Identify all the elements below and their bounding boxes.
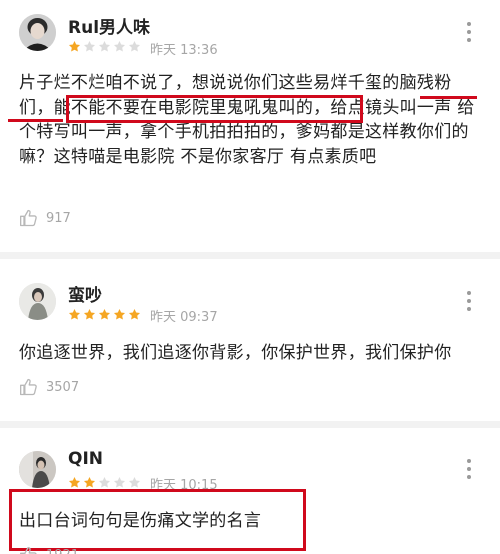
star-icon [83,308,96,320]
star-rating [68,308,143,322]
underline-annotation [420,96,477,99]
thumbs-up-icon [20,209,37,227]
star-icon [68,476,81,488]
star-icon [83,476,96,488]
star-icon [128,308,141,320]
comment-feed: Rul男人味 昨天 13:36 片子烂不烂咱不说了，想说说你们这些易烊千玺的脑残… [0,0,500,554]
comment-text-segment: ， [36,97,54,118]
username[interactable]: 蛮吵 [68,281,102,306]
comment-date: 昨天 09:37 [150,310,218,325]
star-icon [113,476,126,488]
star-icon [68,40,81,52]
comment-text: 你追逐世界，我们追逐你背影，你保护世界，我们保护你 [19,343,452,363]
star-icon [98,40,111,52]
star-icon [83,40,96,52]
like-count: 3507 [46,380,80,395]
star-icon [113,40,126,52]
like-count: 1921 [46,548,79,554]
avatar[interactable] [19,14,56,51]
star-icon [98,308,111,320]
star-icon [128,476,141,488]
more-options-icon[interactable] [460,457,478,481]
thumbs-up-icon [20,546,37,554]
star-icon [128,40,141,52]
more-options-icon[interactable] [460,289,478,313]
username[interactable]: QIN [68,449,103,469]
thumbs-up-icon [20,378,37,396]
star-rating [68,40,143,54]
box-annotation [66,95,363,123]
more-options-icon[interactable] [460,20,478,44]
comment-date: 昨天 13:36 [150,43,218,58]
like-count: 917 [46,211,71,226]
star-icon [113,308,126,320]
star-icon [98,476,111,488]
star-rating [68,476,143,490]
divider [0,252,500,259]
avatar[interactable] [19,283,56,320]
divider [0,421,500,428]
username[interactable]: Rul男人味 [68,13,150,38]
star-icon [68,308,81,320]
comment-text-segment: 片子烂不烂咱不说了，想说说你们这些易烊千玺的 [19,73,400,93]
underline-annotation [8,119,63,122]
avatar[interactable] [19,451,56,488]
box-annotation [9,489,306,551]
